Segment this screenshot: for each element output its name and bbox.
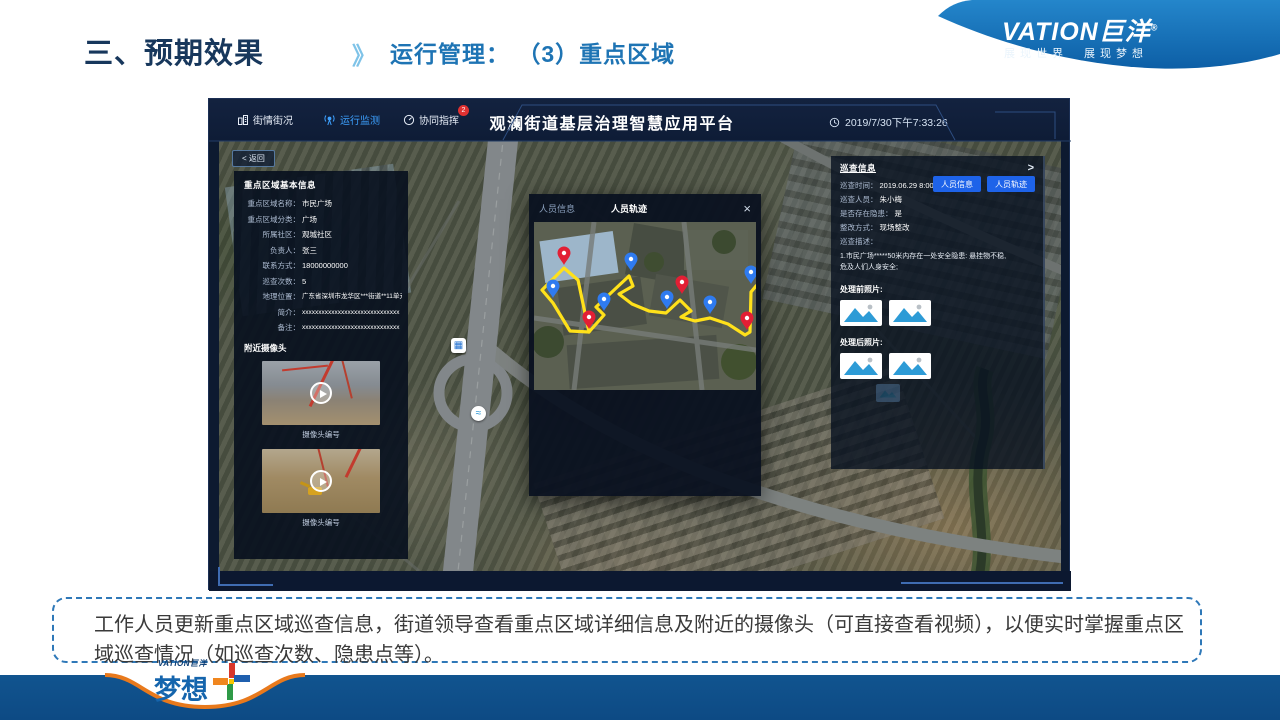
key-area-info-panel: 重点区域基本信息 重点区域名称：市民广场 重点区域分类：广场 所属社区：观城社区… bbox=[234, 171, 408, 559]
app-header: 街情街况 运行监测 协同指挥 2 观澜街道基层治理智慧应用平台 2019/7/3… bbox=[209, 99, 1069, 141]
tab-street-overview[interactable]: 街情街况 bbox=[237, 112, 293, 127]
tab-joint-command[interactable]: 协同指挥 2 bbox=[403, 112, 459, 127]
clock-icon bbox=[829, 117, 840, 128]
patrol-row: 整改方式：现场整改 bbox=[840, 223, 1034, 232]
image-icon bbox=[892, 356, 928, 376]
patrol-row: 是否存在隐患：是 bbox=[840, 209, 1034, 218]
info-row: 负责人：张三 bbox=[240, 246, 402, 256]
person-track-button[interactable]: 人员轨迹 bbox=[987, 176, 1035, 192]
after-photos-label: 处理后照片: bbox=[840, 337, 1034, 348]
brand-banner: VATION巨洋® 展现世界 展现梦想 bbox=[930, 0, 1280, 90]
app-screenshot: 街情街况 运行监测 协同指挥 2 观澜街道基层治理智慧应用平台 2019/7/3… bbox=[208, 98, 1070, 590]
photo-placeholder[interactable] bbox=[840, 300, 882, 326]
poi-grid-icon[interactable]: ▦ bbox=[451, 338, 466, 353]
caption-box: 工作人员更新重点区域巡查信息，街道领导查看重点区域详细信息及附近的摄像头（可直接… bbox=[52, 597, 1202, 663]
slide: 三、预期效果 》 运行管理： （3）重点区域 VATION巨洋® 展现世界 展现… bbox=[0, 0, 1280, 720]
tab-operation-monitor[interactable]: 运行监测 bbox=[323, 112, 380, 127]
nearby-cameras-title: 附近摄像头 bbox=[244, 342, 402, 354]
crane-shape bbox=[282, 365, 328, 372]
notification-badge: 2 bbox=[458, 105, 469, 116]
play-icon[interactable] bbox=[310, 470, 332, 492]
page-subtitle: 运行管理： （3）重点区域 bbox=[390, 35, 675, 69]
person-info-button[interactable]: 人员信息 bbox=[933, 176, 981, 192]
tab-person-info[interactable]: 人员信息 bbox=[539, 202, 575, 215]
photo-placeholder[interactable] bbox=[889, 300, 931, 326]
image-icon bbox=[879, 387, 897, 399]
info-row: 重点区域分类：广场 bbox=[240, 215, 402, 225]
image-icon bbox=[843, 356, 879, 376]
antenna-icon bbox=[323, 114, 336, 126]
patrol-row: 巡查描述： bbox=[840, 237, 1034, 246]
info-row: 所属社区：观城社区 bbox=[240, 230, 402, 240]
info-row: 地理位置：广东省深圳市龙华区***街道**11单元 bbox=[240, 292, 402, 302]
patrol-description: 1.市民广场*****50米内存在一处安全隐患: 悬挂物不稳, 危及人们人身安全… bbox=[840, 251, 1034, 273]
photo-placeholder[interactable] bbox=[840, 353, 882, 379]
footer-dream-text: 梦想 bbox=[154, 668, 208, 707]
gauge-icon bbox=[403, 114, 415, 126]
expand-arrow-icon[interactable]: > bbox=[1028, 162, 1034, 174]
app-bottom-bar bbox=[209, 571, 1071, 591]
caption-text: 工作人员更新重点区域巡查信息，街道领导查看重点区域详细信息及附近的摄像头（可直接… bbox=[94, 614, 1184, 666]
patrol-info-panel: 巡查信息 > 人员信息 人员轨迹 巡查时间：2019.06.29 8:00 巡查… bbox=[831, 156, 1045, 469]
camera-video-thumbnail[interactable] bbox=[262, 449, 380, 513]
tab-person-track[interactable]: 人员轨迹 bbox=[611, 202, 647, 215]
close-icon[interactable]: × bbox=[743, 202, 751, 215]
chevron-icon: 》 bbox=[352, 36, 376, 71]
info-row: 备注：xxxxxxxxxxxxxxxxxxxxxxxxxxxxxx bbox=[240, 323, 402, 333]
camera-caption: 摄像头编号 bbox=[240, 429, 402, 440]
back-button[interactable]: < 返回 bbox=[232, 150, 275, 167]
track-map[interactable] bbox=[534, 222, 756, 390]
camera-video-thumbnail[interactable] bbox=[262, 361, 380, 425]
right-panel-title: 巡查信息 bbox=[840, 162, 876, 174]
popup-header: 人员信息 人员轨迹 × bbox=[529, 194, 761, 222]
crane-shape bbox=[345, 449, 363, 478]
before-photos-label: 处理前照片: bbox=[840, 284, 1034, 295]
app-title: 观澜街道基层治理智慧应用平台 bbox=[487, 110, 737, 134]
photo-placeholder[interactable] bbox=[889, 353, 931, 379]
brand-slogan: 展现世界 展现梦想 bbox=[1004, 45, 1148, 61]
image-icon bbox=[843, 303, 879, 323]
vation-logo: VATION巨洋® bbox=[1002, 12, 1158, 48]
patrol-row: 巡查人员：朱小梅 bbox=[840, 195, 1034, 204]
poi-water-icon[interactable]: ≈ bbox=[471, 406, 486, 421]
info-row: 巡查次数：5 bbox=[240, 277, 402, 287]
info-row: 简介：xxxxxxxxxxxxxxxxxxxxxxxxxxxxxx bbox=[240, 308, 402, 318]
image-icon bbox=[892, 303, 928, 323]
page-title: 三、预期效果 bbox=[84, 30, 264, 72]
footer-plus-logo bbox=[213, 663, 251, 703]
camera-caption: 摄像头编号 bbox=[240, 517, 402, 528]
left-panel-title: 重点区域基本信息 bbox=[244, 179, 402, 191]
photo-placeholder-faint bbox=[876, 384, 900, 402]
person-track-popup: 人员信息 人员轨迹 × bbox=[529, 194, 761, 496]
app-clock: 2019/7/30下午7:33:26 bbox=[829, 115, 948, 130]
play-icon[interactable] bbox=[310, 382, 332, 404]
buildings-icon bbox=[237, 114, 249, 126]
info-row: 重点区域名称：市民广场 bbox=[240, 199, 402, 209]
crane-shape bbox=[341, 361, 353, 399]
satellite-map[interactable]: ▦ ≈ < 返回 重点区域基本信息 重点区域名称：市民广场 重点区域分类：广场 … bbox=[219, 141, 1061, 571]
info-row: 联系方式：18000000000 bbox=[240, 261, 402, 271]
